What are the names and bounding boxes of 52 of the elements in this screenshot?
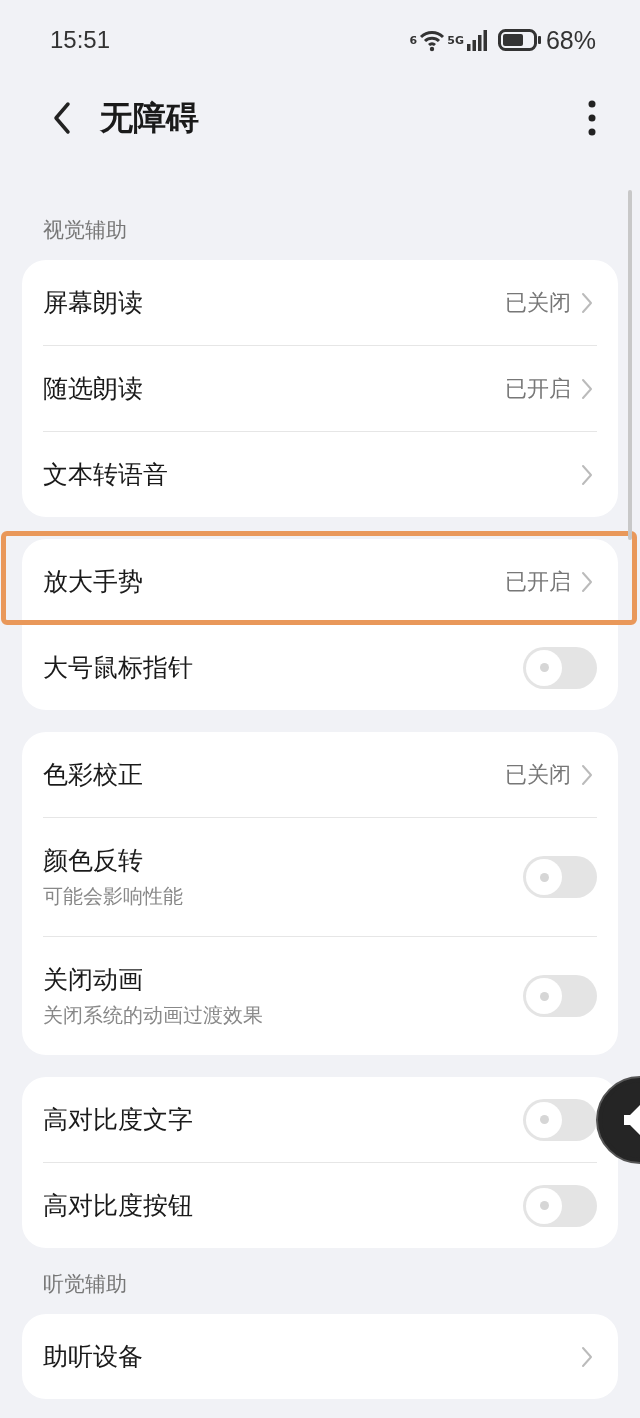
chevron-icon xyxy=(581,763,593,786)
chevron-icon xyxy=(581,377,593,400)
row-value: 已关闭 xyxy=(505,760,571,789)
chevron-icon xyxy=(581,570,593,593)
row-title: 色彩校正 xyxy=(43,759,144,791)
row-title: 助听设备 xyxy=(43,1341,144,1373)
toggle-switch[interactable] xyxy=(523,856,597,898)
row-title: 放大手势 xyxy=(43,566,144,598)
signal-icon xyxy=(465,29,488,51)
chevron-icon xyxy=(581,1345,593,1368)
row-title: 大号鼠标指针 xyxy=(43,652,194,684)
wifi-label: 6 xyxy=(409,33,418,47)
settings-row[interactable]: 高对比度按钮 xyxy=(43,1163,597,1248)
network-label: 5G xyxy=(447,33,464,47)
row-value: 已开启 xyxy=(505,567,571,596)
battery-icon xyxy=(497,29,542,51)
page-title: 无障碍 xyxy=(100,96,200,139)
settings-row[interactable]: 随选朗读 已开启 xyxy=(43,346,597,432)
row-title: 颜色反转 xyxy=(43,845,144,877)
row-title: 屏幕朗读 xyxy=(43,287,144,319)
settings-row[interactable]: 色彩校正 已关闭 xyxy=(43,732,597,818)
row-title: 高对比度文字 xyxy=(43,1104,194,1136)
toggle-switch[interactable] xyxy=(523,1184,597,1227)
speaker-icon xyxy=(624,1105,640,1135)
section-label: 视觉辅助 xyxy=(42,217,128,244)
toggle-switch[interactable] xyxy=(523,975,597,1017)
toggle-switch[interactable] xyxy=(523,1098,597,1141)
settings-row[interactable]: 助听设备 xyxy=(43,1314,597,1399)
status-time: 15:51 xyxy=(50,26,111,54)
chevron-icon xyxy=(581,291,593,314)
row-title: 随选朗读 xyxy=(43,373,144,405)
row-value: 已开启 xyxy=(505,374,571,403)
settings-row[interactable]: 文本转语音 xyxy=(43,432,597,517)
row-title: 关闭动画 xyxy=(43,964,144,996)
chevron-icon xyxy=(581,463,593,486)
settings-row[interactable]: 高对比度文字 xyxy=(43,1077,597,1163)
section-label: 听觉辅助 xyxy=(42,1271,128,1298)
settings-row[interactable]: 放大手势 已开启 xyxy=(43,539,597,625)
battery-percent: 68% xyxy=(545,25,596,55)
more-icon xyxy=(588,100,596,136)
row-title: 高对比度按钮 xyxy=(43,1190,194,1222)
row-value: 已关闭 xyxy=(505,288,571,317)
settings-row[interactable]: 颜色反转 可能会影响性能 xyxy=(43,818,597,937)
row-subtitle: 可能会影响性能 xyxy=(43,883,184,910)
wifi-icon xyxy=(419,28,446,52)
row-title: 文本转语音 xyxy=(43,459,169,491)
settings-row[interactable]: 大号鼠标指针 xyxy=(43,625,597,710)
toggle-switch[interactable] xyxy=(523,646,597,689)
settings-row[interactable]: 屏幕朗读 已关闭 xyxy=(43,260,597,346)
back-icon xyxy=(52,101,72,135)
settings-row[interactable]: 关闭动画 关闭系统的动画过渡效果 xyxy=(43,937,597,1055)
row-subtitle: 关闭系统的动画过渡效果 xyxy=(43,1002,264,1029)
